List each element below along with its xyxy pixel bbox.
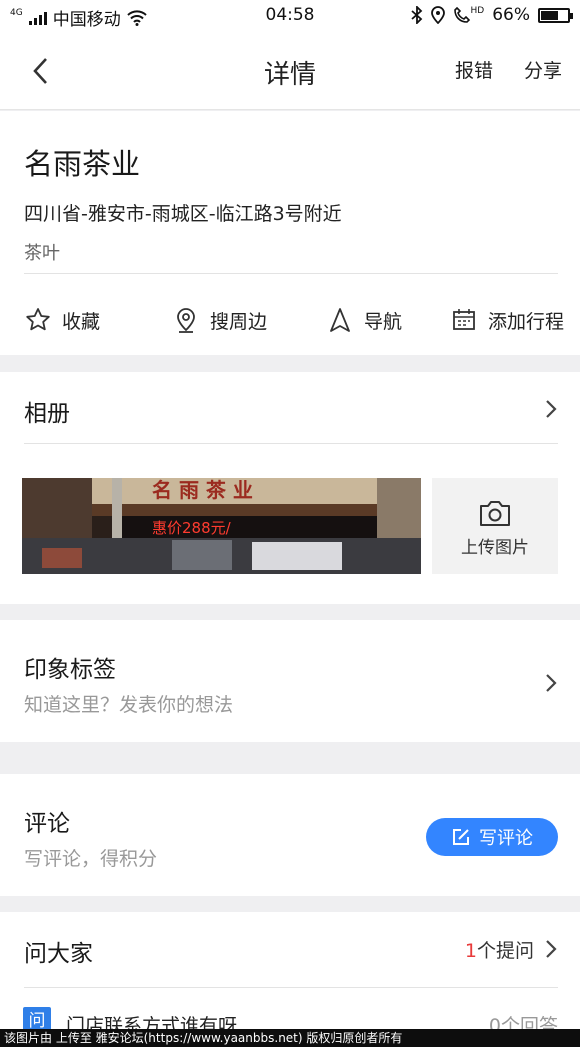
upload-photo-button[interactable]: 上传图片 — [432, 478, 558, 574]
add-trip-button[interactable]: 添加行程 — [450, 285, 564, 355]
divider — [24, 273, 558, 274]
battery-icon — [538, 7, 573, 23]
chevron-right-icon[interactable] — [544, 672, 558, 694]
tags-card[interactable]: 印象标签 知道这里？发表你的想法 — [0, 620, 580, 742]
ask-title: 问大家 — [24, 941, 93, 967]
hd-label: HD — [470, 6, 485, 16]
write-comment-label: 写评论 — [479, 828, 533, 849]
nearby-button[interactable]: 搜周边 — [172, 285, 267, 355]
question-count-suffix: 个提问 — [476, 940, 534, 962]
chevron-right-icon[interactable] — [544, 938, 558, 960]
navigate-label: 导航 — [364, 310, 403, 333]
bluetooth-icon — [410, 6, 422, 24]
nearby-label: 搜周边 — [210, 310, 268, 333]
navigate-button[interactable]: 导航 — [326, 285, 402, 355]
question-count-number: 1 — [464, 940, 477, 962]
upload-photo-label: 上传图片 — [461, 538, 529, 558]
camera-icon — [480, 501, 510, 526]
action-row: 收藏 搜周边 导航 添加行程 — [0, 285, 580, 355]
answer-count: 0个回答 — [488, 1015, 558, 1029]
place-name: 名雨茶业 — [24, 147, 141, 181]
question-badge-icon: 问 — [23, 1007, 51, 1029]
add-trip-label: 添加行程 — [488, 310, 565, 333]
photo-sign-text: 名 雨 茶 业 — [152, 478, 253, 502]
battery-fill — [541, 10, 559, 20]
tags-title: 印象标签 — [24, 657, 116, 683]
photo-led-text: 惠价288元/ — [152, 519, 232, 537]
comments-card: 评论 写评论，得积分 写评论 — [0, 774, 580, 896]
divider — [24, 987, 558, 988]
chevron-right-icon[interactable] — [544, 398, 558, 420]
album-card: 相册 名 雨 茶 业 惠价288元/ 上传图片 — [0, 372, 580, 604]
place-card: 名雨茶业 四川省-雅安市-雨城区-临江路3号附近 茶叶 收藏 搜周边 导航 添加… — [0, 111, 580, 355]
album-photo[interactable]: 名 雨 茶 业 惠价288元/ — [22, 478, 421, 574]
watermark-bar: 该图片由 上传至 雅安论坛(https://www.yaanbbs.net) 版… — [0, 1029, 580, 1047]
question-count[interactable]: 1个提问 — [465, 936, 534, 963]
status-right: HD 66% — [410, 5, 573, 25]
star-icon — [26, 308, 50, 331]
battery-percent: 66% — [492, 5, 530, 25]
favorite-button[interactable]: 收藏 — [24, 285, 100, 355]
ask-card: 问大家 1个提问 问 门店联系方式谁有呀 0个回答 — [0, 912, 580, 1029]
share-button[interactable]: 分享 — [524, 56, 562, 83]
map-pin-icon — [177, 308, 195, 333]
tags-prompt: 知道这里？发表你的想法 — [24, 694, 234, 716]
nav-bar: 详情 报错 分享 — [0, 32, 580, 110]
divider — [24, 443, 558, 444]
report-button[interactable]: 报错 — [455, 56, 493, 83]
favorite-label: 收藏 — [62, 310, 101, 333]
comments-title: 评论 — [24, 811, 70, 837]
calendar-icon — [453, 309, 475, 330]
storefront-photo: 名 雨 茶 业 惠价288元/ — [22, 478, 421, 574]
status-bar: 4G 中国移动 04:58 HD 66% — [0, 0, 580, 32]
location-icon — [430, 6, 445, 24]
album-title: 相册 — [24, 401, 70, 427]
place-category: 茶叶 — [24, 243, 60, 264]
comments-prompt: 写评论，得积分 — [24, 848, 158, 870]
navigation-arrow-icon — [330, 308, 350, 332]
write-comment-button[interactable]: 写评论 — [426, 818, 558, 856]
edit-icon — [453, 829, 469, 845]
question-text[interactable]: 门店联系方式谁有呀 — [66, 1011, 237, 1029]
place-address: 四川省-雅安市-雨城区-临江路3号附近 — [24, 203, 342, 225]
hd-call-icon: HD — [453, 6, 485, 24]
